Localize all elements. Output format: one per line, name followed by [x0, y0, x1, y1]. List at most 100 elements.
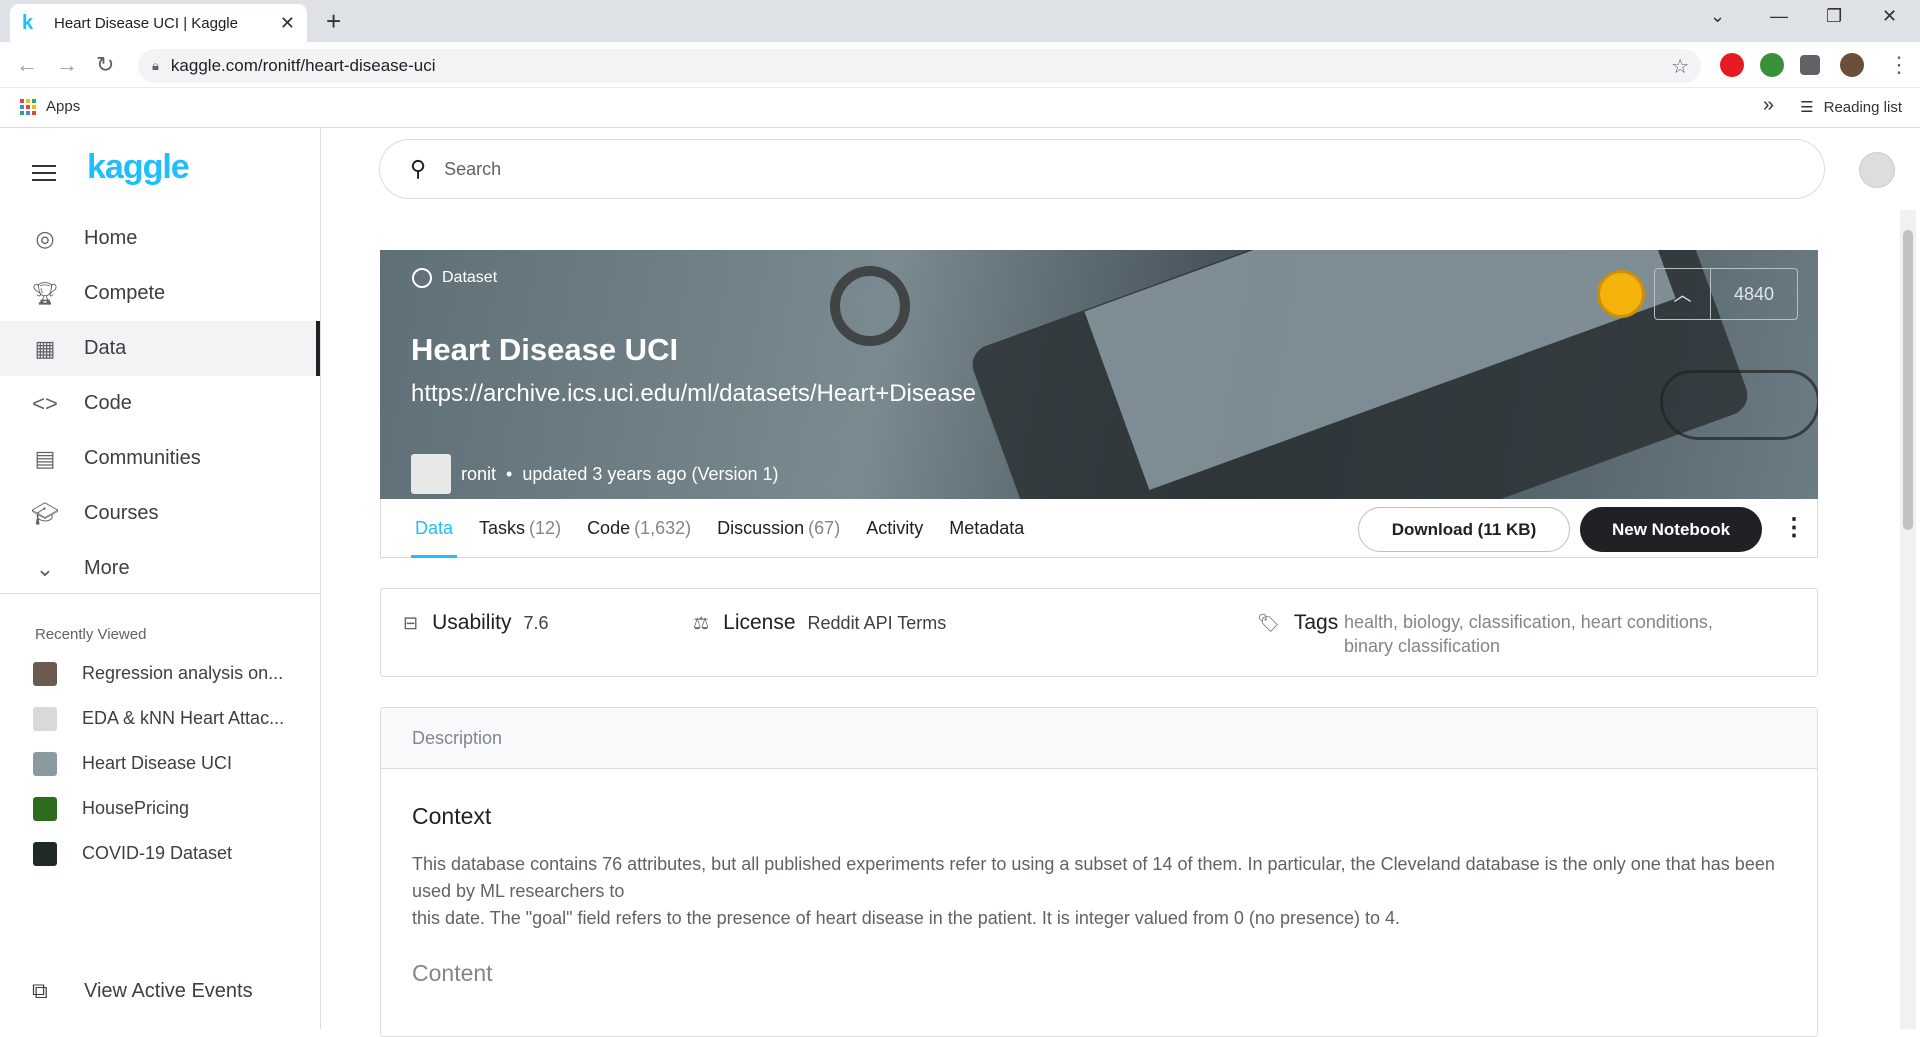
sidebar-item-label: More: [84, 557, 130, 579]
more-bookmarks-icon[interactable]: »: [1763, 94, 1774, 117]
context-paragraph: This database contains 76 attributes, bu…: [412, 851, 1787, 932]
dataset-subtitle: https://archive.ics.uci.edu/ml/datasets/…: [411, 380, 976, 407]
recently-viewed-item[interactable]: Regression analysis on...: [33, 651, 318, 696]
trophy-icon: 🏆︎: [31, 280, 59, 306]
sidebar-item-label: Courses: [84, 502, 159, 524]
download-button[interactable]: Download (11 KB): [1358, 507, 1570, 552]
events-stack-icon: ⧉: [32, 978, 48, 1003]
more-options-icon[interactable]: ⋮: [1782, 513, 1806, 542]
sidebar-item-label: Code: [84, 392, 132, 414]
browser-tab-strip: k Heart Disease UCI | Kaggle ✕ + ⌄ — ❐ ✕: [0, 0, 1920, 42]
new-tab-icon[interactable]: +: [326, 8, 341, 34]
context-line: This database contains 76 attributes, bu…: [412, 854, 1775, 901]
apps-label: Apps: [46, 98, 81, 115]
sidebar-item-code[interactable]: <> Code: [0, 376, 320, 431]
maximize-icon[interactable]: ❐: [1826, 6, 1842, 27]
user-avatar[interactable]: [1859, 152, 1895, 188]
tab-code[interactable]: Code (1,632): [587, 499, 691, 558]
recently-viewed-item[interactable]: Heart Disease UCI: [33, 741, 318, 786]
kaggle-logo[interactable]: kaggle: [87, 148, 190, 187]
tab-discussion[interactable]: Discussion (67): [717, 499, 840, 558]
license-value[interactable]: Reddit API Terms: [808, 613, 947, 634]
tag-icon: 🏷︎: [1257, 613, 1280, 633]
lock-icon: 🔒︎: [152, 58, 159, 73]
globe-extension-icon[interactable]: [1760, 53, 1784, 77]
view-active-events-link[interactable]: ⧉ View Active Events: [32, 978, 253, 1004]
apps-bookmark[interactable]: Apps: [20, 98, 80, 115]
profile-avatar[interactable]: [1840, 53, 1864, 77]
dataset-header: Dataset Heart Disease UCI https://archiv…: [380, 250, 1818, 499]
recently-viewed-item[interactable]: EDA & kNN Heart Attac...: [33, 696, 318, 741]
browser-tab[interactable]: k Heart Disease UCI | Kaggle ✕: [10, 4, 307, 42]
tab-label: Discussion: [717, 517, 805, 538]
new-notebook-button[interactable]: New Notebook: [1580, 507, 1762, 552]
sidebar-item-communities[interactable]: ▤ Communities: [0, 431, 320, 486]
context-heading: Context: [412, 803, 492, 829]
recently-viewed-list: Regression analysis on... EDA & kNN Hear…: [33, 651, 318, 876]
tab-metadata[interactable]: Metadata: [949, 499, 1024, 558]
description-header: Description: [381, 708, 1817, 769]
view-active-events-label: View Active Events: [84, 979, 253, 1002]
upvote-button[interactable]: ︿: [1655, 269, 1711, 319]
tags-info: 🏷︎ Tags: [1257, 611, 1338, 635]
reading-list-button[interactable]: ☰ Reading list: [1800, 98, 1902, 117]
tab-search-icon[interactable]: ⌄: [1710, 6, 1725, 27]
bookmark-star-icon[interactable]: ☆: [1671, 54, 1689, 79]
close-window-icon[interactable]: ✕: [1882, 6, 1897, 27]
reload-icon[interactable]: ↻: [96, 52, 114, 78]
sidebar-item-label: Data: [84, 337, 127, 359]
vote-count: 4840: [1733, 283, 1775, 304]
author-name[interactable]: ronit: [461, 464, 496, 485]
browser-menu-icon[interactable]: ⋮: [1888, 52, 1910, 78]
extensions-puzzle-icon[interactable]: [1800, 55, 1820, 75]
tab-data[interactable]: Data: [410, 499, 458, 558]
scrollbar-thumb[interactable]: [1903, 230, 1913, 530]
tab-activity[interactable]: Activity: [866, 499, 923, 558]
usability-info: ⊟ Usability 7.6: [403, 611, 548, 635]
chat-icon: ▤: [34, 445, 56, 471]
apps-grid-icon: [20, 98, 36, 115]
search-input[interactable]: ⚲ Search: [379, 139, 1825, 199]
sidebar-item-label: Communities: [84, 447, 201, 469]
recently-viewed-label: COVID-19 Dataset: [82, 843, 233, 863]
reading-list-icon: ☰: [1800, 99, 1814, 116]
minimize-icon[interactable]: —: [1770, 6, 1788, 27]
dataset-info-box: ⊟ Usability 7.6 ⚖ License Reddit API Ter…: [380, 588, 1818, 677]
sidebar-item-compete[interactable]: 🏆︎ Compete: [0, 266, 320, 321]
hamburger-menu-icon[interactable]: [32, 160, 56, 186]
dataset-title: Heart Disease UCI: [411, 332, 679, 367]
recently-viewed-title: Recently Viewed: [35, 626, 147, 643]
content-heading: Content: [412, 960, 493, 986]
close-tab-icon[interactable]: ✕: [280, 13, 295, 34]
url-field[interactable]: 🔒︎ kaggle.com/ronitf/heart-disease-uci ☆: [138, 49, 1701, 83]
upvote-widget: ︿ 4840: [1654, 268, 1798, 320]
forward-icon[interactable]: →: [56, 52, 78, 78]
hero-image-glasses: [1660, 370, 1818, 440]
gold-medal-icon: [1597, 270, 1645, 318]
recently-viewed-label: Regression analysis on...: [82, 663, 284, 683]
recently-viewed-label: Heart Disease UCI: [82, 753, 233, 773]
sidebar-item-home[interactable]: ◎ Home: [0, 211, 320, 266]
back-icon[interactable]: ←: [16, 52, 38, 78]
code-icon: <>: [32, 390, 58, 416]
author-avatar[interactable]: [411, 454, 451, 494]
usability-icon: ⊟: [403, 613, 419, 633]
tab-count: (67): [808, 517, 841, 538]
license-info: ⚖ License Reddit API Terms: [693, 611, 946, 635]
recently-viewed-item[interactable]: COVID-19 Dataset: [33, 831, 318, 876]
recently-viewed-item[interactable]: HousePricing: [33, 786, 318, 831]
tab-tasks[interactable]: Tasks (12): [479, 499, 561, 558]
context-line: this date. The "goal" field refers to th…: [412, 908, 1401, 928]
sidebar-item-data[interactable]: ▦ Data: [0, 321, 320, 376]
tab-label: Activity: [866, 517, 924, 538]
sidebar-item-courses[interactable]: 🎓︎ Courses: [0, 486, 320, 541]
kaggle-favicon-icon: k: [22, 11, 34, 34]
tags-list[interactable]: health, biology, classification, heart c…: [1344, 610, 1764, 658]
dataset-meta: ronit • updated 3 years ago (Version 1): [411, 454, 779, 494]
scale-icon: ⚖: [693, 613, 710, 633]
page-scrollbar[interactable]: [1900, 210, 1916, 1029]
opera-extension-icon[interactable]: [1720, 53, 1744, 77]
browser-tab-title: Heart Disease UCI | Kaggle: [54, 14, 238, 32]
sidebar-item-more[interactable]: ⌄ More: [0, 541, 320, 596]
search-placeholder: Search: [444, 158, 502, 179]
